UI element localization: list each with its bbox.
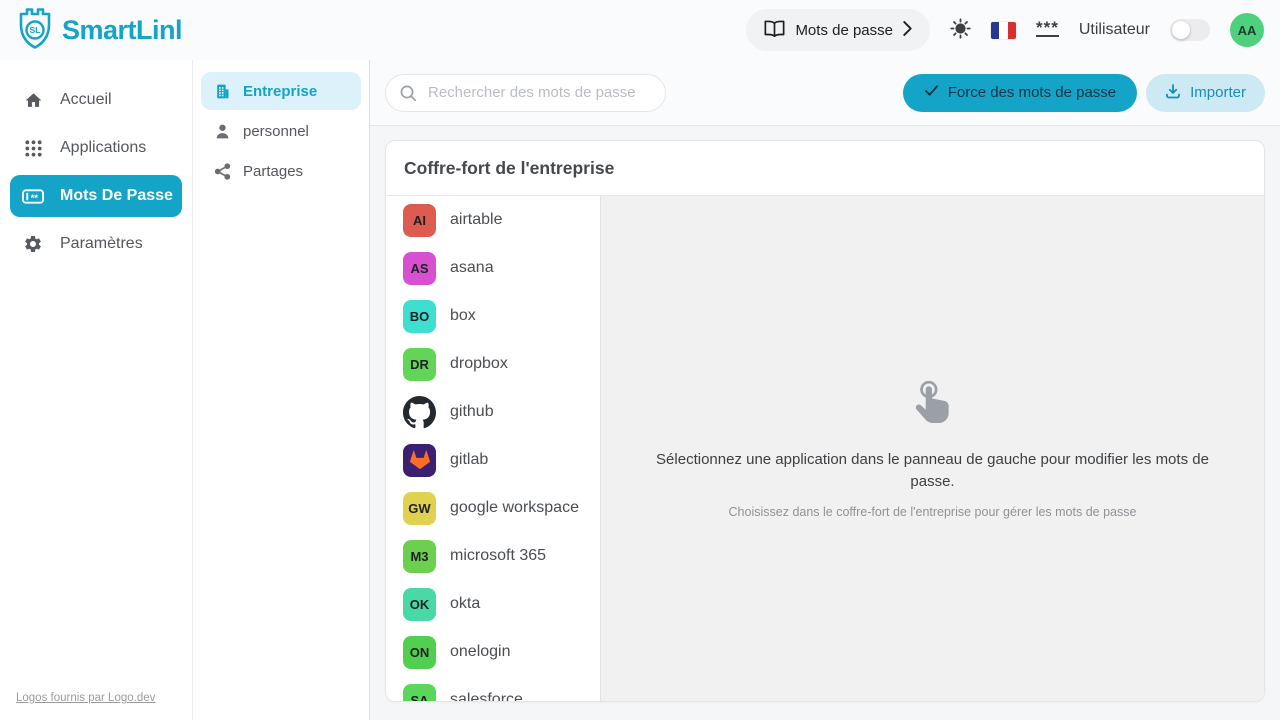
- vault-tab-label: personnel: [243, 123, 309, 140]
- france-flag-icon: [991, 22, 1016, 39]
- vault-tab-partages[interactable]: Partages: [201, 152, 361, 190]
- download-icon: [1165, 83, 1181, 103]
- empty-state-title: Sélectionnez une application dans le pan…: [649, 449, 1216, 493]
- sidebar-item-mots-de-passe[interactable]: ** Mots De Passe: [10, 175, 182, 217]
- app-logo: AS: [403, 252, 436, 285]
- vault-tab-entreprise[interactable]: Entreprise: [201, 72, 361, 110]
- app-row-asana[interactable]: AS asana: [386, 244, 600, 292]
- vault-title: Coffre-fort de l'entreprise: [404, 158, 614, 179]
- building-icon: [213, 83, 231, 100]
- book-icon: [764, 20, 785, 41]
- passwords-context-label: Mots de passe: [795, 22, 893, 39]
- app-header: SL SmartLinl Mots de passe: [0, 0, 1280, 60]
- content-area: Coffre-fort de l'entreprise AI airtable …: [370, 126, 1280, 720]
- app-row-github[interactable]: github: [386, 388, 600, 436]
- empty-state-panel: Sélectionnez une application dans le pan…: [601, 196, 1264, 701]
- vault-tabs-sidebar: Entreprise personnel Partages: [193, 60, 370, 720]
- vault-tab-label: Entreprise: [243, 83, 317, 100]
- language-flag-button[interactable]: [991, 22, 1016, 39]
- gear-icon: [22, 234, 44, 254]
- sidebar-item-applications[interactable]: Applications: [0, 124, 192, 172]
- passwords-context-button[interactable]: Mots de passe: [746, 9, 930, 51]
- home-icon: [22, 91, 44, 110]
- user-label: Utilisateur: [1079, 21, 1150, 39]
- svg-text:SL: SL: [30, 25, 41, 35]
- person-icon: [213, 123, 231, 140]
- hand-tap-icon: [908, 378, 958, 433]
- password-icon: **: [22, 188, 44, 205]
- app-row-airtable[interactable]: AI airtable: [386, 196, 600, 244]
- password-generator-button[interactable]: ***: [1036, 23, 1059, 37]
- vault-card-header: Coffre-fort de l'entreprise: [386, 141, 1264, 196]
- app-logo: BO: [403, 300, 436, 333]
- app-name: salesforce: [450, 691, 523, 701]
- vault-tab-personnel[interactable]: personnel: [201, 112, 361, 150]
- app-logo: GW: [403, 492, 436, 525]
- sidebar-item-label: Accueil: [60, 91, 112, 109]
- sidebar-item-accueil[interactable]: Accueil: [0, 76, 192, 124]
- app-row-okta[interactable]: OK okta: [386, 580, 600, 628]
- main-sidebar: Accueil Applications ** Mots De Passe Pa…: [0, 60, 193, 720]
- grid-icon: [22, 139, 44, 158]
- check-icon: [924, 84, 939, 101]
- brand-name: SmartLinl: [62, 15, 182, 46]
- app-name: github: [450, 403, 494, 421]
- app-row-box[interactable]: BO box: [386, 292, 600, 340]
- asterisks-icon: ***: [1036, 23, 1059, 37]
- avatar[interactable]: AA: [1230, 13, 1264, 47]
- empty-state-subtitle: Choisissez dans le coffre-fort de l'entr…: [729, 505, 1137, 519]
- app-name: dropbox: [450, 355, 508, 373]
- app-logo: DR: [403, 348, 436, 381]
- search-input[interactable]: [385, 74, 666, 112]
- sidebar-item-label: Mots De Passe: [60, 187, 173, 205]
- gitlab-logo-icon: [403, 444, 436, 477]
- app-logo: SA: [403, 684, 436, 702]
- sun-icon: [950, 18, 971, 42]
- app-logo: M3: [403, 540, 436, 573]
- app-logo: ON: [403, 636, 436, 669]
- main-area: Force des mots de passe Importer Coffre-…: [370, 60, 1280, 720]
- app-name: okta: [450, 595, 480, 613]
- app-logo: OK: [403, 588, 436, 621]
- app-name: airtable: [450, 211, 502, 229]
- app-list[interactable]: AI airtable AS asana BO box DR dropbox g…: [386, 196, 601, 701]
- user-mode-toggle[interactable]: [1170, 19, 1210, 41]
- app-name: microsoft 365: [450, 547, 546, 565]
- sidebar-item-label: Paramètres: [60, 235, 143, 253]
- app-row-google-workspace[interactable]: GW google workspace: [386, 484, 600, 532]
- sidebar-item-label: Applications: [60, 139, 146, 157]
- password-strength-button[interactable]: Force des mots de passe: [903, 74, 1137, 112]
- app-name: box: [450, 307, 476, 325]
- search-box: [385, 74, 666, 112]
- share-icon: [213, 163, 231, 180]
- app-row-salesforce[interactable]: SA salesforce: [386, 676, 600, 701]
- toggle-knob: [1172, 21, 1190, 39]
- app-row-gitlab[interactable]: gitlab: [386, 436, 600, 484]
- password-strength-label: Force des mots de passe: [948, 84, 1116, 101]
- passwords-toolbar: Force des mots de passe Importer: [370, 60, 1280, 126]
- sidebar-item-param-tres[interactable]: Paramètres: [0, 220, 192, 268]
- app-row-microsoft-365[interactable]: M3 microsoft 365: [386, 532, 600, 580]
- app-name: google workspace: [450, 499, 579, 517]
- app-row-dropbox[interactable]: DR dropbox: [386, 340, 600, 388]
- app-name: onelogin: [450, 643, 511, 661]
- svg-text:**: **: [31, 192, 39, 203]
- app-logo: AI: [403, 204, 436, 237]
- shield-logo-icon: SL: [14, 5, 56, 56]
- logos-credit-link[interactable]: Logos fournis par Logo.dev: [16, 692, 155, 704]
- app-row-onelogin[interactable]: ON onelogin: [386, 628, 600, 676]
- theme-toggle-button[interactable]: [950, 18, 971, 42]
- import-label: Importer: [1190, 84, 1246, 101]
- import-button[interactable]: Importer: [1146, 74, 1265, 112]
- chevron-right-icon: [903, 21, 912, 40]
- search-icon: [399, 84, 417, 107]
- brand-logo: SL SmartLinl: [14, 5, 182, 56]
- vault-tab-label: Partages: [243, 163, 303, 180]
- vault-card: Coffre-fort de l'entreprise AI airtable …: [385, 140, 1265, 702]
- app-name: asana: [450, 259, 494, 277]
- github-logo-icon: [403, 396, 436, 429]
- app-name: gitlab: [450, 451, 488, 469]
